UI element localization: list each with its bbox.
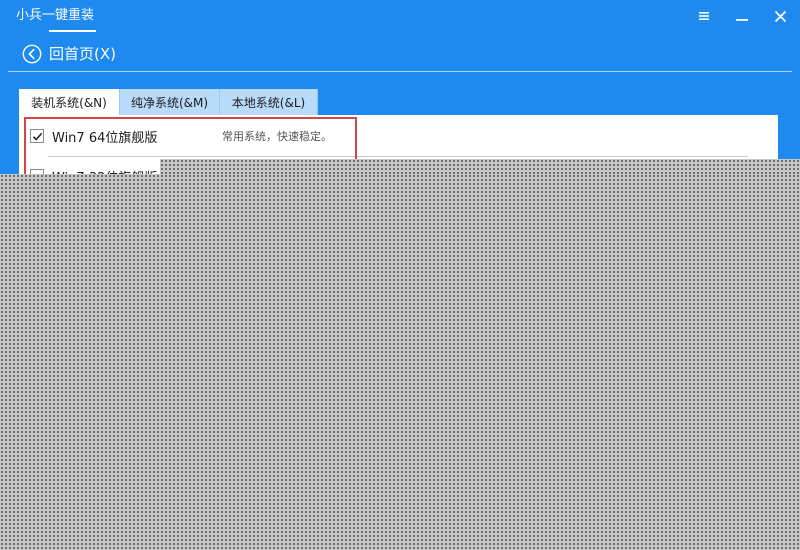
tab-install-system[interactable]: 装机系统(&N) [19, 89, 120, 115]
back-link-underline [49, 30, 96, 32]
obscured-region [160, 159, 800, 174]
obscured-region [0, 174, 800, 550]
system-tabs: 装机系统(&N) 纯净系统(&M) 本地系统(&L) [19, 89, 318, 115]
navigation-bar: 回首页(X) [0, 38, 800, 72]
header-divider [8, 71, 792, 72]
back-home-button[interactable]: 回首页(X) [22, 42, 116, 66]
back-arrow-circle-icon [22, 44, 42, 64]
tab-clean-system[interactable]: 纯净系统(&M) [120, 89, 220, 115]
minimize-icon [736, 19, 748, 21]
minimize-button[interactable] [729, 4, 755, 28]
tab-local-system[interactable]: 本地系统(&L) [220, 89, 318, 115]
close-icon [774, 10, 786, 22]
menu-button[interactable] [691, 4, 717, 28]
title-bar: 小兵一键重装 [0, 0, 800, 32]
back-home-label: 回首页(X) [49, 45, 116, 63]
app-title: 小兵一键重装 [16, 8, 95, 23]
menu-icon [699, 12, 709, 20]
close-button[interactable] [767, 4, 793, 28]
